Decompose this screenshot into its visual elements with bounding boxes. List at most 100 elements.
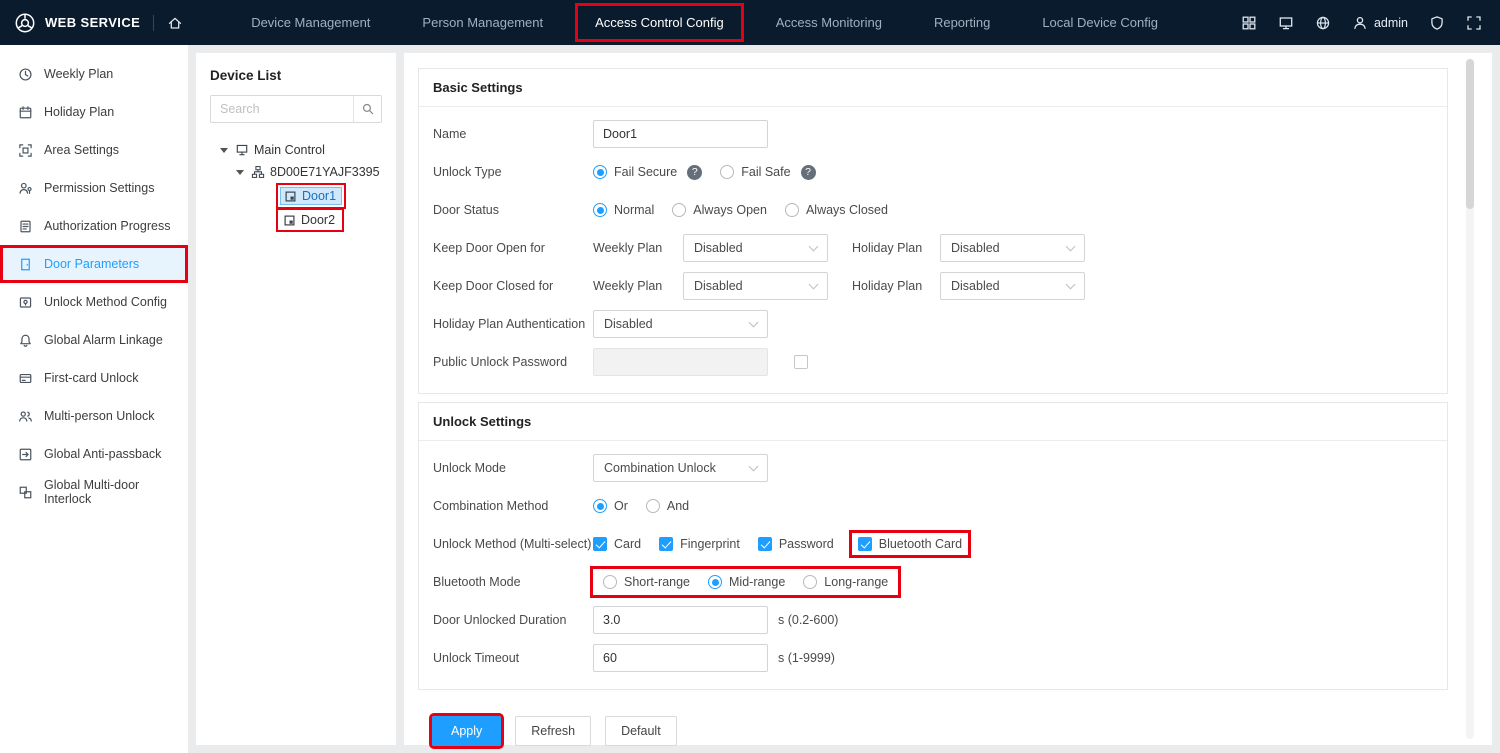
keep-closed-holiday-select[interactable]: Disabled <box>940 272 1085 300</box>
clock-icon <box>18 67 33 82</box>
scrollbar-thumb[interactable] <box>1466 59 1474 209</box>
bluetooth-mode-group: Short-range Mid-range Long-range <box>593 569 898 595</box>
search-input[interactable] <box>211 102 353 116</box>
radio-icon <box>803 575 817 589</box>
monitor-icon[interactable] <box>1278 15 1294 31</box>
sidebar-item-first-card-unlock[interactable]: First-card Unlock <box>0 359 188 397</box>
radio-short-range[interactable]: Short-range <box>603 575 690 589</box>
keep-open-weekly-select[interactable]: Disabled <box>683 234 828 262</box>
unlock-mode-select[interactable]: Combination Unlock <box>593 454 768 482</box>
radio-fail-safe[interactable]: Fail Safe <box>720 165 815 180</box>
tree-node-label: Door1 <box>302 189 336 203</box>
sidebar-item-weekly-plan[interactable]: Weekly Plan <box>0 55 188 93</box>
sidebar-item-door-parameters[interactable]: Door Parameters <box>0 245 188 283</box>
calendar-icon <box>18 105 33 120</box>
row-unlock-timeout: Unlock Timeout s (1-9999) <box>419 639 1447 677</box>
radio-icon <box>672 203 686 217</box>
network-device-icon <box>251 165 265 179</box>
fullscreen-icon[interactable] <box>1466 15 1482 31</box>
tree-node-door1[interactable]: Door1 <box>196 185 396 207</box>
nav-access-monitoring[interactable]: Access Monitoring <box>759 6 899 39</box>
radio-label: Long-range <box>824 575 888 589</box>
radio-always-closed[interactable]: Always Closed <box>785 203 888 217</box>
sidebar-item-unlock-method-config[interactable]: Unlock Method Config <box>0 283 188 321</box>
row-unlock-mode: Unlock Mode Combination Unlock <box>419 449 1447 487</box>
radio-selected-icon <box>593 165 607 179</box>
radio-icon <box>785 203 799 217</box>
row-holiday-plan-authentication: Holiday Plan Authentication Disabled <box>419 305 1447 343</box>
door2-chip[interactable]: Door2 <box>280 212 340 228</box>
brand-area: WEB SERVICE <box>0 12 183 34</box>
nav-person-management[interactable]: Person Management <box>405 6 560 39</box>
refresh-button[interactable]: Refresh <box>515 716 591 746</box>
sidebar-item-area-settings[interactable]: Area Settings <box>0 131 188 169</box>
public-password-input[interactable] <box>593 348 768 376</box>
timeout-input[interactable] <box>593 644 768 672</box>
unlock-settings-section: Unlock Settings Unlock Mode Combination … <box>418 402 1448 690</box>
sidebar-item-multi-person-unlock[interactable]: Multi-person Unlock <box>0 397 188 435</box>
apps-grid-icon[interactable] <box>1241 15 1257 31</box>
keep-closed-weekly-select[interactable]: Disabled <box>683 272 828 300</box>
tree-node-controller[interactable]: 8D00E71YAJF3395 <box>196 161 396 183</box>
home-icon[interactable] <box>167 15 183 31</box>
topbar-right-icons: admin <box>1241 15 1500 31</box>
anti-passback-icon <box>18 447 33 462</box>
nav-local-device-config[interactable]: Local Device Config <box>1025 6 1175 39</box>
sidebar-item-global-anti-passback[interactable]: Global Anti-passback <box>0 435 188 473</box>
checkbox-bluetooth-card[interactable]: Bluetooth Card <box>852 533 968 555</box>
checkbox-fingerprint[interactable]: Fingerprint <box>659 537 740 551</box>
duration-input[interactable] <box>593 606 768 634</box>
radio-icon <box>720 165 734 179</box>
checkbox-card[interactable]: Card <box>593 537 641 551</box>
user-menu[interactable]: admin <box>1352 15 1408 31</box>
row-unlock-type: Unlock Type Fail Secure Fail Safe <box>419 153 1447 191</box>
security-shield-icon[interactable] <box>1429 15 1445 31</box>
name-label: Name <box>433 127 593 141</box>
radio-normal[interactable]: Normal <box>593 203 654 217</box>
interlock-icon <box>18 485 33 500</box>
apply-button[interactable]: Apply <box>432 716 501 746</box>
row-keep-door-open: Keep Door Open for Weekly Plan Disabled … <box>419 229 1447 267</box>
default-button[interactable]: Default <box>605 716 677 746</box>
topbar: WEB SERVICE Device Management Person Man… <box>0 0 1500 45</box>
public-password-checkbox[interactable] <box>794 355 808 369</box>
nav-reporting[interactable]: Reporting <box>917 6 1007 39</box>
radio-label: Or <box>614 499 628 513</box>
vertical-scrollbar <box>1466 59 1474 739</box>
sidebar-item-authorization-progress[interactable]: Authorization Progress <box>0 207 188 245</box>
caret-down-icon[interactable] <box>220 148 228 153</box>
tree-node-main-control[interactable]: Main Control <box>196 139 396 161</box>
caret-down-icon[interactable] <box>236 170 244 175</box>
search-icon[interactable] <box>353 96 381 122</box>
help-icon[interactable] <box>687 165 702 180</box>
sidebar-item-label: Multi-person Unlock <box>44 409 154 423</box>
nav-access-control-config[interactable]: Access Control Config <box>578 6 741 39</box>
area-frame-icon <box>18 143 33 158</box>
brand-name: WEB SERVICE <box>45 15 140 30</box>
tree-node-door2[interactable]: Door2 <box>196 209 396 231</box>
radio-long-range[interactable]: Long-range <box>803 575 888 589</box>
radio-label: And <box>667 499 689 513</box>
card-icon <box>18 371 33 386</box>
main-control-icon <box>235 143 249 157</box>
door1-chip[interactable]: Door1 <box>280 187 342 205</box>
name-input[interactable] <box>593 120 768 148</box>
radio-or[interactable]: Or <box>593 499 628 513</box>
holiday-plan-label: Holiday Plan <box>852 241 940 255</box>
sidebar-item-permission-settings[interactable]: Permission Settings <box>0 169 188 207</box>
nav-device-management[interactable]: Device Management <box>234 6 387 39</box>
sidebar-item-global-alarm-linkage[interactable]: Global Alarm Linkage <box>0 321 188 359</box>
checkbox-password[interactable]: Password <box>758 537 834 551</box>
radio-mid-range[interactable]: Mid-range <box>708 575 785 589</box>
radio-always-open[interactable]: Always Open <box>672 203 767 217</box>
globe-icon[interactable] <box>1315 15 1331 31</box>
sidebar-item-global-multi-door-interlock[interactable]: Global Multi-door Interlock <box>0 473 188 511</box>
radio-and[interactable]: And <box>646 499 689 513</box>
holiday-auth-select[interactable]: Disabled <box>593 310 768 338</box>
help-icon[interactable] <box>801 165 816 180</box>
keep-open-holiday-select[interactable]: Disabled <box>940 234 1085 262</box>
checkbox-label: Fingerprint <box>680 537 740 551</box>
sidebar-item-holiday-plan[interactable]: Holiday Plan <box>0 93 188 131</box>
radio-icon <box>646 499 660 513</box>
radio-fail-secure[interactable]: Fail Secure <box>593 165 702 180</box>
